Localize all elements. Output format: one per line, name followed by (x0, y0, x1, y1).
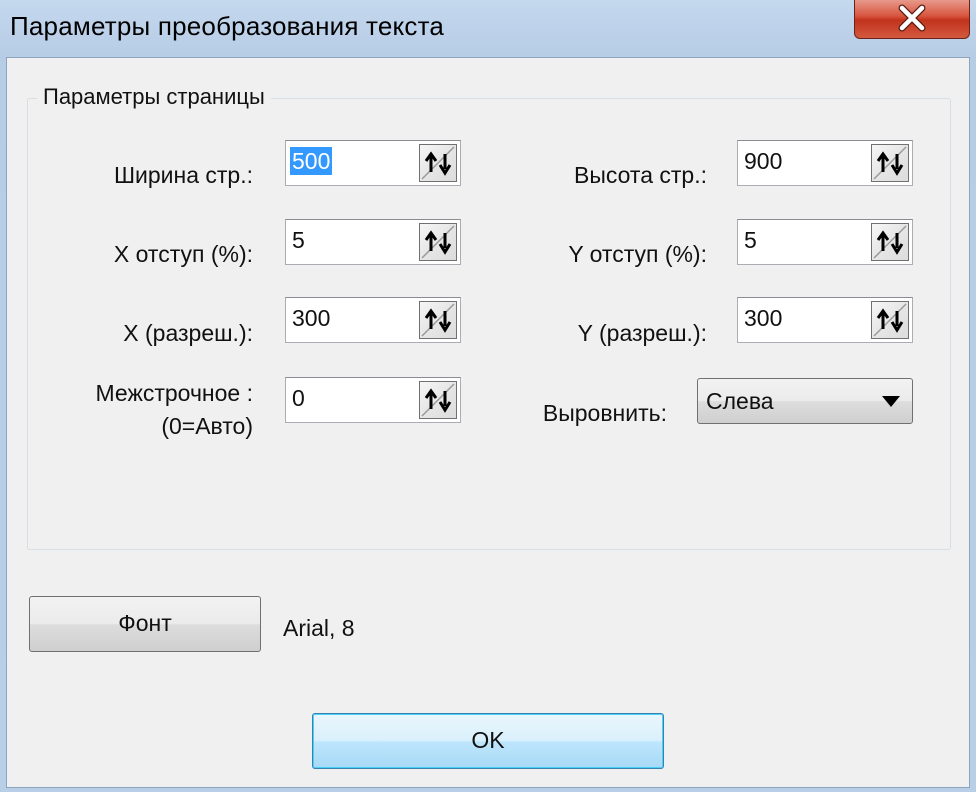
page-height-spinbox[interactable]: 900 (737, 140, 913, 186)
close-icon (898, 4, 926, 32)
spin-arrows-icon (421, 303, 455, 337)
line-spacing-value[interactable]: 0 (290, 384, 307, 412)
y-dpi-spinbox[interactable]: 300 (737, 297, 913, 343)
spin-arrows-icon (421, 146, 455, 180)
title-bar[interactable]: Параметры преобразования текста (0, 0, 976, 56)
current-font-text: Arial, 8 (283, 615, 355, 641)
group-label: Параметры страницы (37, 84, 271, 110)
x-margin-value[interactable]: 5 (290, 226, 307, 254)
y-dpi-value[interactable]: 300 (742, 304, 784, 332)
font-button[interactable]: Фонт (29, 596, 261, 652)
page-width-label: Ширина стр.: (113, 162, 253, 188)
spin-arrows-icon (873, 146, 907, 180)
window-title: Параметры преобразования текста (10, 11, 445, 41)
ok-button[interactable]: OK (312, 713, 664, 769)
page-width-spinbox[interactable]: 500 (285, 140, 461, 186)
x-margin-spin-button[interactable] (419, 223, 457, 261)
line-spacing-spin-button[interactable] (419, 381, 457, 419)
y-margin-spin-button[interactable] (871, 223, 909, 261)
spin-arrows-icon (421, 225, 455, 259)
spin-arrows-icon (873, 225, 907, 259)
y-margin-value[interactable]: 5 (742, 226, 759, 254)
spin-arrows-icon (421, 383, 455, 417)
y-margin-label: Y отступ (%): (568, 241, 707, 267)
page-height-label: Высота стр.: (574, 162, 707, 188)
page-width-spin-button[interactable] (419, 144, 457, 182)
dropdown-arrow-icon (882, 396, 900, 407)
align-selected-value: Слева (706, 388, 774, 414)
x-margin-spinbox[interactable]: 5 (285, 219, 461, 265)
close-button[interactable] (854, 0, 970, 39)
x-dpi-value[interactable]: 300 (290, 304, 332, 332)
page-height-spin-button[interactable] (871, 144, 909, 182)
align-label: Выровнить: (542, 400, 667, 426)
x-margin-label: X отступ (%): (113, 241, 253, 267)
y-dpi-label: Y (разреш.): (577, 320, 707, 346)
x-dpi-label: X (разреш.): (123, 320, 253, 346)
align-dropdown[interactable]: Слева (697, 378, 913, 424)
y-dpi-spin-button[interactable] (871, 301, 909, 339)
dialog-client-area: Параметры страницы Ширина стр.: 500 Высо… (6, 57, 970, 788)
dialog-window: Параметры преобразования текста Параметр… (0, 0, 976, 792)
line-spacing-label-line1: Межстрочное : (95, 380, 254, 406)
page-width-value[interactable]: 500 (290, 147, 333, 175)
y-margin-spinbox[interactable]: 5 (737, 219, 913, 265)
line-spacing-label-line2: (0=Авто) (161, 413, 253, 439)
x-dpi-spinbox[interactable]: 300 (285, 297, 461, 343)
spin-arrows-icon (873, 303, 907, 337)
x-dpi-spin-button[interactable] (419, 301, 457, 339)
page-height-value[interactable]: 900 (742, 147, 784, 175)
line-spacing-spinbox[interactable]: 0 (285, 377, 461, 423)
